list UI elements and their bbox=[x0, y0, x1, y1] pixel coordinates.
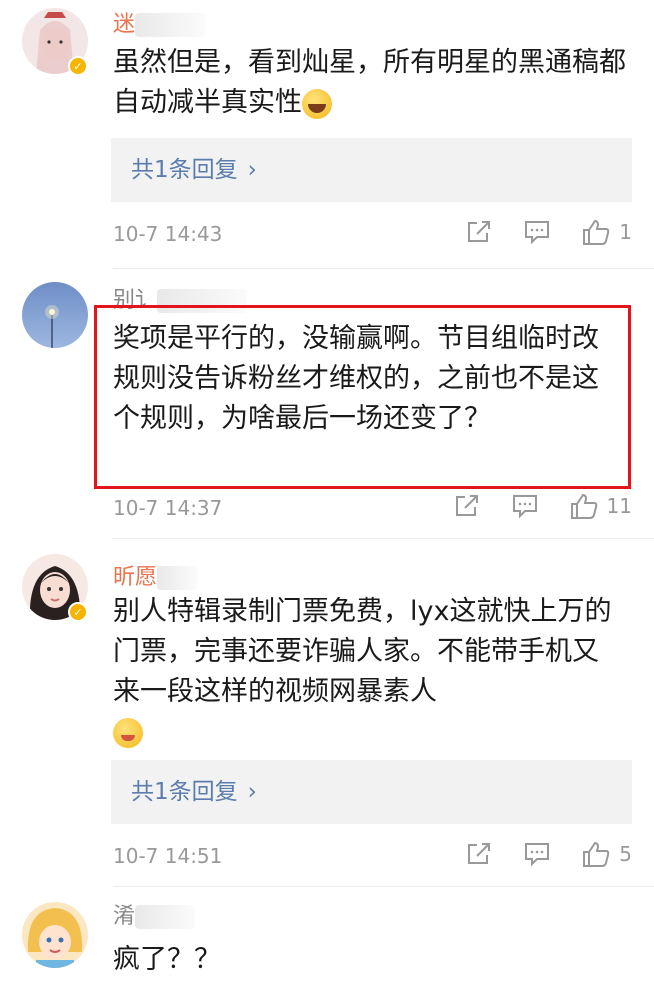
like-count: 5 bbox=[619, 842, 632, 866]
comment-text: 别人特辑录制门票免费，lyx这就快上万的门票，完事还要诈骗人家。不能带手机又来一… bbox=[113, 592, 618, 752]
share-icon bbox=[455, 495, 478, 516]
timestamp: 10-7 14:51 bbox=[113, 844, 223, 868]
comment-item: ✓ 迷 虽然但是，看到灿星，所有明星的黑通稿都自动减半真实性 共1条回复 › 10… bbox=[0, 0, 654, 270]
thumbs-up-icon bbox=[583, 219, 610, 245]
comment-icon bbox=[525, 843, 550, 867]
share-icon bbox=[468, 221, 491, 242]
share-icon bbox=[468, 843, 491, 864]
verified-badge-icon: ✓ bbox=[68, 56, 88, 76]
view-replies-button[interactable]: 共1条回复 › bbox=[111, 138, 632, 202]
verified-badge-icon: ✓ bbox=[68, 602, 88, 622]
username[interactable]: 迷 bbox=[113, 6, 206, 38]
thumbs-up-icon bbox=[583, 841, 610, 867]
like-count: 11 bbox=[606, 494, 632, 518]
like-count: 1 bbox=[619, 220, 632, 244]
like-button[interactable]: 11 bbox=[569, 492, 632, 520]
chevron-right-icon: › bbox=[247, 779, 257, 805]
share-button[interactable] bbox=[453, 493, 481, 519]
comment-button[interactable] bbox=[511, 493, 539, 519]
divider bbox=[113, 268, 654, 269]
laughing-tears-emoji bbox=[302, 88, 332, 119]
avatar[interactable] bbox=[22, 902, 88, 968]
timestamp: 10-7 14:43 bbox=[113, 222, 223, 246]
comment-button[interactable] bbox=[523, 841, 551, 867]
drooling-emoji bbox=[113, 717, 143, 748]
like-button[interactable]: 5 bbox=[581, 840, 632, 868]
highlight-frame bbox=[94, 305, 631, 489]
comment-button[interactable] bbox=[523, 219, 551, 245]
comment-text: 疯了？？ bbox=[113, 944, 221, 975]
avatar[interactable] bbox=[22, 282, 88, 348]
view-replies-button[interactable]: 共1条回复 › bbox=[111, 760, 632, 824]
share-button[interactable] bbox=[465, 841, 493, 867]
chevron-right-icon: › bbox=[247, 157, 257, 183]
timestamp: 10-7 14:37 bbox=[113, 496, 223, 520]
thumbs-up-icon bbox=[570, 493, 597, 519]
comment-icon bbox=[525, 221, 550, 245]
username[interactable]: 淆 bbox=[113, 898, 196, 930]
divider bbox=[113, 538, 654, 539]
divider bbox=[113, 886, 654, 887]
comment-icon bbox=[512, 495, 537, 519]
like-button[interactable]: 1 bbox=[581, 218, 632, 246]
username[interactable]: 昕愿 bbox=[113, 559, 198, 591]
comment-item: 淆 疯了？？ bbox=[0, 888, 654, 1000]
share-button[interactable] bbox=[465, 219, 493, 245]
comment-item: ✓ 昕愿 别人特辑录制门票免费，lyx这就快上万的门票，完事还要诈骗人家。不能带… bbox=[0, 540, 654, 887]
comment-text: 虽然但是，看到灿星，所有明星的黑通稿都自动减半真实性 bbox=[113, 47, 626, 119]
